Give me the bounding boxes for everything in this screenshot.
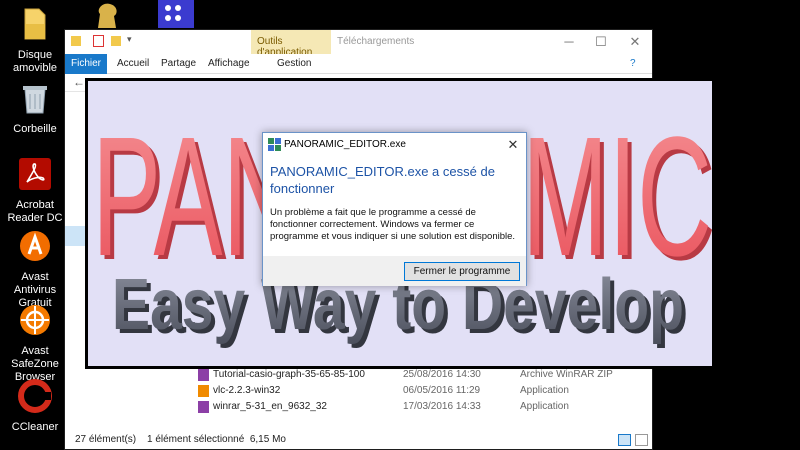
- app-icon: [268, 138, 281, 151]
- usb-drive-icon: [24, 8, 46, 40]
- desktop-icon-acrobat[interactable]: Acrobat Reader DC: [2, 156, 68, 225]
- dialog-footer: Fermer le programme: [263, 256, 526, 286]
- file-type: Application: [520, 401, 569, 412]
- context-tab-app-tools[interactable]: Outils d'application: [251, 30, 331, 58]
- dialog-message: Un problème a fait que le programme a ce…: [270, 207, 516, 242]
- desktop-icon-recycle-bin[interactable]: Corbeille: [2, 80, 68, 136]
- close-program-button[interactable]: Fermer le programme: [404, 262, 520, 281]
- file-date: 17/03/2016 14:33: [403, 401, 481, 412]
- nav-pane-selected-item[interactable]: [65, 226, 87, 246]
- file-row[interactable]: vlc-2.2.3-win32 06/05/2016 11:29 Applica…: [198, 383, 648, 399]
- desktop-icon-usb-drive[interactable]: Disque amovible: [2, 6, 68, 75]
- desktop-icon-label: Disque amovible: [12, 49, 58, 74]
- tab-file[interactable]: Fichier: [65, 54, 107, 74]
- dialog-title: PANORAMIC_EDITOR.exe: [284, 139, 406, 150]
- file-row[interactable]: winrar_5-31_en_9632_32 17/03/2016 14:33 …: [198, 399, 648, 415]
- properties-icon[interactable]: [93, 35, 104, 47]
- folder-icon: [71, 36, 81, 46]
- new-folder-icon[interactable]: [111, 36, 121, 46]
- desktop-icon-label: Avast Antivirus: [13, 271, 57, 296]
- desktop-icon-safezone[interactable]: Avast SafeZone Browser: [2, 302, 68, 384]
- desktop-icon-label: Corbeille: [13, 123, 57, 135]
- details-view-icon[interactable]: [618, 434, 631, 446]
- minimize-button[interactable]: ─: [555, 32, 583, 52]
- file-name: winrar_5-31_en_9632_32: [213, 401, 327, 412]
- recycle-bin-icon: [23, 86, 47, 114]
- file-date: 25/08/2016 14:30: [403, 369, 481, 380]
- explorer-titlebar: ▾ Outils d'application Téléchargements ─…: [65, 30, 652, 58]
- close-button[interactable]: ✕: [621, 32, 649, 52]
- avast-icon: [20, 231, 50, 261]
- acrobat-icon: [19, 158, 51, 190]
- desktop-icon-avast[interactable]: Avast Antivirus Gratuit: [2, 228, 68, 310]
- safezone-icon: [20, 305, 50, 335]
- ribbon-tabs: Fichier Accueil Partage Affichage Gestio…: [65, 54, 652, 74]
- error-dialog: PANORAMIC_EDITOR.exe ✕ PANORAMIC_EDITOR.…: [262, 132, 527, 286]
- panoramic-app-icon[interactable]: [158, 0, 194, 28]
- tab-manage[interactable]: Gestion: [277, 54, 311, 74]
- file-type: Archive WinRAR ZIP: [520, 369, 613, 380]
- file-row[interactable]: Tutorial-casio-graph-35-65-85-100 25/08/…: [198, 367, 648, 383]
- desktop-icon-label: Reader DC: [7, 212, 63, 224]
- desktop-icon-ccleaner[interactable]: CCleaner: [2, 378, 68, 434]
- large-icons-view-icon[interactable]: [635, 434, 648, 446]
- tab-share[interactable]: Partage: [161, 54, 196, 74]
- file-date: 06/05/2016 11:29: [403, 385, 481, 396]
- file-type: Application: [520, 385, 569, 396]
- selection-info: 1 élément sélectionné 6,15 Mo: [147, 434, 286, 445]
- chess-app-icon[interactable]: [88, 0, 128, 28]
- file-name: vlc-2.2.3-win32: [213, 385, 281, 396]
- quick-access-dropdown-icon[interactable]: ▾: [127, 34, 132, 45]
- winrar-app-icon: [198, 401, 209, 413]
- vlc-cone-icon: [198, 385, 209, 397]
- help-icon[interactable]: ?: [630, 54, 636, 74]
- desktop-icon-label: Avast SafeZone: [11, 345, 59, 370]
- ccleaner-icon: [18, 379, 52, 413]
- maximize-button[interactable]: ☐: [587, 32, 615, 52]
- item-count: 27 élément(s): [75, 434, 137, 445]
- dialog-close-icon[interactable]: ✕: [504, 136, 522, 154]
- file-name: Tutorial-casio-graph-35-65-85-100: [213, 369, 365, 380]
- back-arrow-icon[interactable]: ←: [73, 75, 85, 89]
- window-title: Téléchargements: [337, 36, 415, 47]
- tab-home[interactable]: Accueil: [117, 54, 149, 74]
- desktop-icon-label: Acrobat: [16, 199, 54, 211]
- tab-view[interactable]: Affichage: [208, 54, 250, 74]
- status-bar: 27 élément(s) 1 élément sélectionné 6,15…: [65, 431, 652, 449]
- winrar-archive-icon: [198, 369, 209, 381]
- dialog-heading: PANORAMIC_EDITOR.exe a cessé de fonction…: [270, 164, 495, 196]
- desktop-icon-label: CCleaner: [11, 421, 59, 433]
- dialog-titlebar: PANORAMIC_EDITOR.exe ✕: [263, 133, 526, 157]
